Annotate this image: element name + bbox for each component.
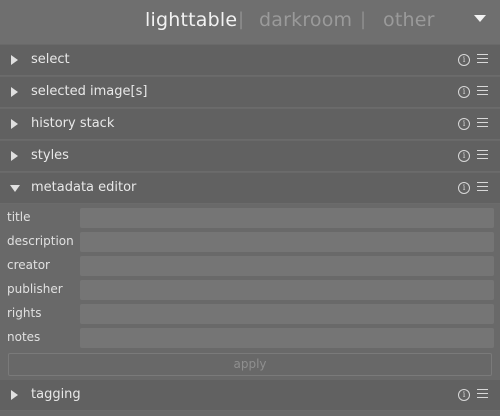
creator-field[interactable]: [80, 256, 494, 276]
hamburger-menu-icon[interactable]: [477, 389, 488, 400]
module-title: tagging: [31, 387, 81, 402]
collapsed-arrow-icon: [11, 390, 18, 400]
collapsed-arrow-icon: [11, 87, 18, 97]
hamburger-menu-icon[interactable]: [477, 86, 488, 97]
apply-button[interactable]: apply: [8, 353, 492, 376]
hamburger-menu-icon[interactable]: [477, 150, 488, 161]
module-title: styles: [31, 148, 69, 163]
module-history-stack[interactable]: history stack i: [0, 109, 500, 140]
collapsed-arrow-icon: [11, 55, 18, 65]
collapsed-arrow-icon: [11, 119, 18, 129]
module-title: metadata editor: [31, 180, 137, 195]
notes-field[interactable]: [80, 328, 494, 348]
module-title: history stack: [31, 116, 115, 131]
hamburger-menu-icon[interactable]: [477, 54, 488, 65]
info-icon[interactable]: i: [458, 118, 470, 130]
info-icon[interactable]: i: [458, 54, 470, 66]
publisher-field[interactable]: [80, 280, 494, 300]
module-metadata-editor[interactable]: metadata editor i: [0, 173, 500, 204]
field-label-creator: creator: [7, 258, 50, 272]
module-title: select: [31, 52, 70, 67]
description-field[interactable]: [80, 232, 494, 252]
field-label-description: description: [7, 234, 74, 248]
field-label-rights: rights: [7, 306, 42, 320]
view-lighttable[interactable]: lighttable: [145, 9, 237, 31]
hamburger-menu-icon[interactable]: [477, 118, 488, 129]
view-other[interactable]: other: [383, 9, 435, 31]
view-darkroom[interactable]: darkroom: [259, 9, 352, 31]
field-label-publisher: publisher: [7, 282, 63, 296]
info-icon[interactable]: i: [458, 182, 470, 194]
field-label-notes: notes: [7, 330, 41, 344]
rights-field[interactable]: [80, 304, 494, 324]
field-label-title: title: [7, 210, 31, 224]
module-title: selected image[s]: [31, 84, 148, 99]
info-icon[interactable]: i: [458, 86, 470, 98]
view-separator: |: [360, 9, 367, 30]
hamburger-menu-icon[interactable]: [477, 182, 488, 193]
view-separator: |: [238, 9, 245, 30]
module-selected-images[interactable]: selected image[s] i: [0, 77, 500, 108]
module-select[interactable]: select i: [0, 45, 500, 76]
view-switcher: lighttable | darkroom | other: [0, 0, 500, 44]
expanded-arrow-icon: [10, 185, 20, 192]
title-field[interactable]: [80, 208, 494, 228]
module-tagging[interactable]: tagging i: [0, 380, 500, 411]
info-icon[interactable]: i: [458, 150, 470, 162]
view-dropdown-arrow-icon[interactable]: [474, 15, 486, 22]
info-icon[interactable]: i: [458, 389, 470, 401]
module-styles[interactable]: styles i: [0, 141, 500, 172]
collapsed-arrow-icon: [11, 151, 18, 161]
